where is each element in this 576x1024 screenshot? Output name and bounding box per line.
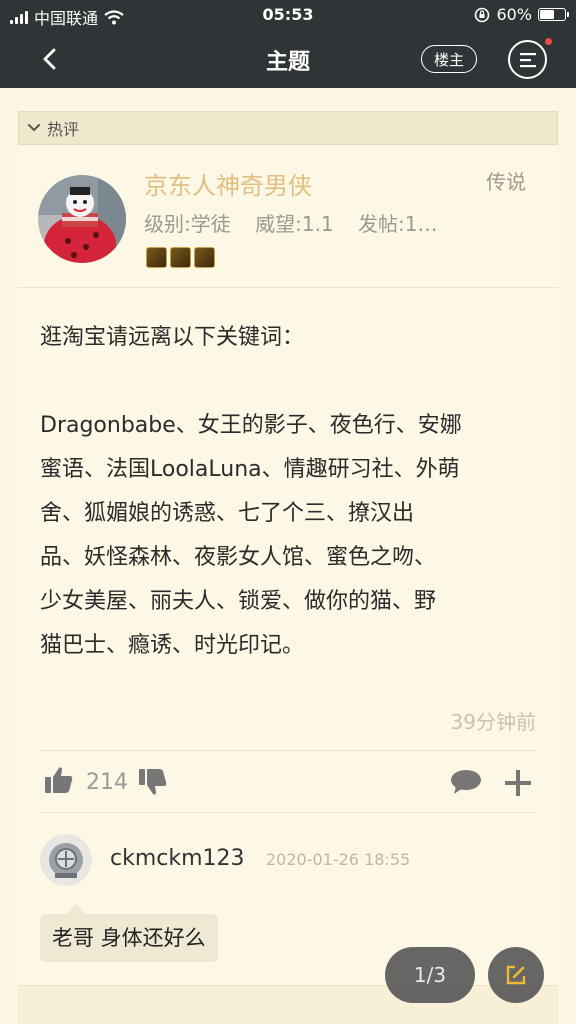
badge-icon	[194, 247, 215, 268]
divider	[18, 287, 558, 288]
thumbs-up-icon	[45, 767, 73, 793]
navigation-bar: 主题 楼主	[0, 30, 576, 88]
diver-helmet-icon	[49, 843, 83, 878]
edit-icon	[506, 965, 526, 985]
post-username[interactable]: 京东人神奇男侠	[144, 166, 312, 201]
thumbs-down-icon	[139, 769, 167, 795]
content-line: 逛淘宝请远离以下关键词：	[40, 325, 305, 350]
post-card: 京东人神奇男侠 传说 级别:学徒 威望:1.1 发帖:1… 逛淘宝请远离以下关键…	[18, 146, 558, 1016]
content-line: 品、妖怪森林、夜影女人馆、蜜色之吻、	[40, 545, 437, 570]
status-bar: 中国联通 05:53 60%	[0, 0, 576, 30]
add-button[interactable]	[504, 769, 532, 801]
user-level: 级别:学徒	[144, 212, 231, 236]
content-line: 舍、狐媚娘的诱惑、七了个三、撩汉出	[40, 501, 415, 526]
hot-comments-header[interactable]: 热评	[18, 111, 558, 145]
compose-button[interactable]	[488, 947, 544, 1003]
post-content: 逛淘宝请远离以下关键词： Dragonbabe、女王的影子、夜色行、安娜 蜜语、…	[40, 316, 540, 668]
reply-username[interactable]: ckmckm123	[110, 846, 245, 871]
owner-only-button[interactable]: 楼主	[421, 45, 477, 73]
badge-icon	[170, 247, 191, 268]
user-rank: 传说	[486, 170, 526, 194]
content-line: Dragonbabe、女王的影子、夜色行、安娜	[40, 413, 462, 438]
dislike-button[interactable]	[138, 768, 168, 800]
user-badges	[146, 247, 215, 268]
post-actions: 214	[18, 750, 558, 812]
avatar[interactable]	[38, 175, 126, 263]
comment-button[interactable]	[450, 769, 482, 799]
reply-date: 2020-01-26 18:55	[266, 850, 411, 869]
notification-dot	[545, 38, 552, 45]
badge-icon	[146, 247, 167, 268]
orientation-lock-icon	[475, 7, 490, 22]
chevron-left-icon	[43, 48, 56, 70]
post-timestamp: 39分钟前	[450, 710, 536, 734]
next-post-peek	[18, 985, 558, 1024]
like-button[interactable]	[44, 766, 74, 798]
content-gap	[40, 360, 540, 404]
back-button[interactable]	[34, 42, 64, 76]
user-meta: 级别:学徒 威望:1.1 发帖:1…	[144, 208, 484, 237]
user-post-count: 发帖:1…	[358, 212, 438, 236]
user-reputation: 威望:1.1	[255, 212, 334, 236]
plus-icon	[505, 770, 531, 796]
battery-icon	[538, 8, 569, 21]
section-label: 热评	[47, 120, 80, 139]
page-indicator-button[interactable]: 1/3	[385, 947, 475, 1003]
user-avatar-image	[38, 175, 126, 263]
page-title: 主题	[265, 50, 310, 75]
content-line: 蜜语、法国LoolaLuna、情趣研习社、外萌	[40, 457, 460, 482]
reply-avatar[interactable]	[40, 834, 92, 886]
like-count: 214	[86, 770, 128, 795]
battery-percent: 60%	[496, 5, 532, 24]
comment-icon	[451, 770, 481, 794]
content-line: 猫巴士、瘾诱、时光印记。	[40, 633, 305, 658]
chevron-down-icon	[28, 124, 40, 132]
reply-text: 老哥 身体还好么	[40, 904, 218, 962]
content-line: 少女美屋、丽夫人、锁爱、做你的猫、野	[40, 589, 437, 614]
divider	[40, 812, 536, 813]
menu-button[interactable]	[508, 40, 547, 79]
menu-icon	[519, 52, 536, 67]
